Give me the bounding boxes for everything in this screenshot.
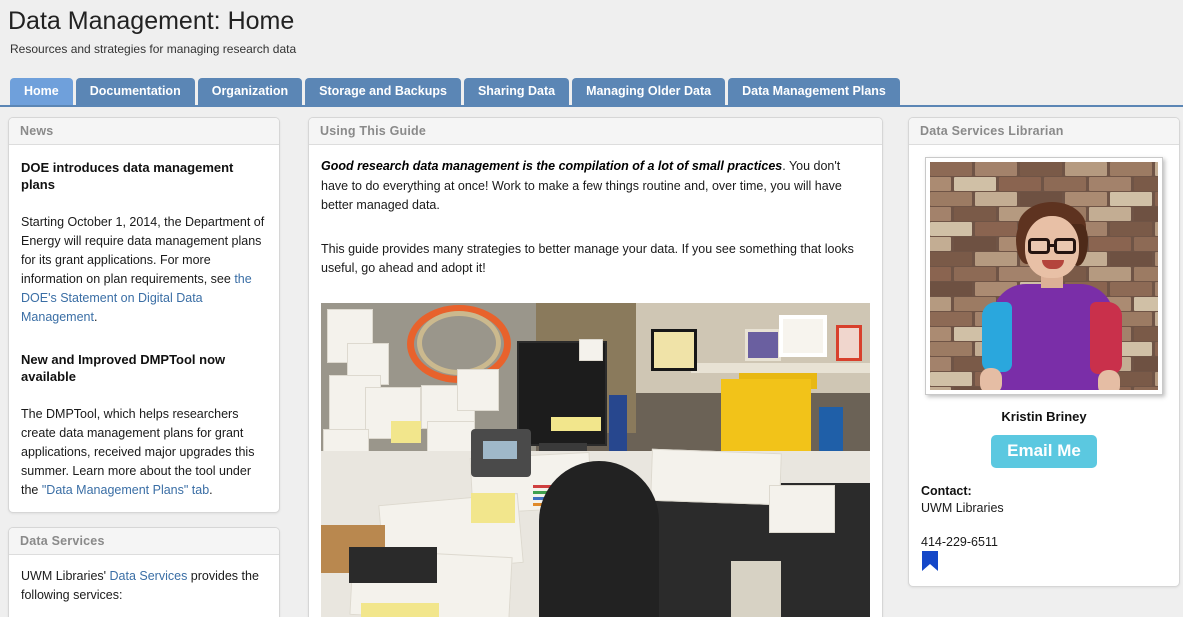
librarian-photo-frame xyxy=(925,157,1163,395)
guide-paragraph-2: This guide provides many strategies to b… xyxy=(321,241,854,276)
page-header: Data Management: Home Resources and stra… xyxy=(0,0,1183,56)
news-item-text-end: . xyxy=(209,483,213,497)
tab-storage-and-backups[interactable]: Storage and Backups xyxy=(305,78,461,105)
content-columns: News DOE introduces data management plan… xyxy=(0,117,1183,617)
bookmark-icon[interactable] xyxy=(921,551,939,572)
page-subtitle: Resources and strategies for managing re… xyxy=(10,42,297,56)
guide-paragraph-1: Good research data management is the com… xyxy=(321,157,870,216)
person-right-arm xyxy=(1090,302,1122,374)
tab-sharing-data[interactable]: Sharing Data xyxy=(463,78,570,105)
eyeglasses-left-lens xyxy=(1028,238,1050,254)
tab-organization[interactable]: Organization xyxy=(197,78,303,105)
data-services-panel-body: UWM Libraries' Data Services provides th… xyxy=(9,555,279,617)
news-panel-body: DOE introduces data management plans Sta… xyxy=(9,145,279,512)
news-item-title: DOE introduces data management plans xyxy=(21,160,234,192)
tab-managing-older-data[interactable]: Managing Older Data xyxy=(572,78,726,105)
news-panel: News DOE introduces data management plan… xyxy=(8,117,280,513)
person-left-arm xyxy=(982,302,1012,372)
data-services-link[interactable]: Data Services xyxy=(110,569,188,583)
left-column: News DOE introduces data management plan… xyxy=(8,117,280,617)
dmp-tab-link[interactable]: "Data Management Plans" tab xyxy=(42,483,209,497)
using-this-guide-body: Good research data management is the com… xyxy=(309,145,882,617)
tab-bar: Home Documentation Organization Storage and… xyxy=(0,78,1183,107)
data-services-panel-header: Data Services xyxy=(9,528,279,555)
librarian-panel-body: Kristin Briney Email Me Contact: UWM Lib… xyxy=(909,145,1179,586)
person-left-hand xyxy=(980,368,1002,390)
news-item-body: Starting October 1, 2014, the Department… xyxy=(21,213,267,327)
email-me-button[interactable]: Email Me xyxy=(991,435,1097,468)
news-item-body: The DMPTool, which helps researchers cre… xyxy=(21,405,267,500)
tab-data-management-plans[interactable]: Data Management Plans xyxy=(728,78,900,105)
contact-phone: 414-229-6511 xyxy=(921,535,998,549)
tab-documentation[interactable]: Documentation xyxy=(75,78,195,105)
contact-label: Contact: xyxy=(921,484,972,498)
data-services-librarian-panel: Data Services Librarian Kristin Briney E… xyxy=(908,117,1180,587)
data-services-panel: Data Services UWM Libraries' Data Servic… xyxy=(8,527,280,617)
right-column: Data Services Librarian Kristin Briney E… xyxy=(908,117,1180,601)
news-item-text: Starting October 1, 2014, the Department… xyxy=(21,215,265,286)
news-item-text-end: . xyxy=(93,310,98,324)
data-services-intro-text: UWM Libraries' xyxy=(21,569,110,583)
using-this-guide-panel: Using This Guide Good research data mana… xyxy=(308,117,883,617)
eyeglasses-right-lens xyxy=(1054,238,1076,254)
page-title: Data Management: Home xyxy=(8,7,295,35)
using-this-guide-header: Using This Guide xyxy=(309,118,882,145)
tab-home[interactable]: Home xyxy=(10,78,73,105)
eyeglasses-bridge xyxy=(1050,244,1055,247)
guide-lead-emphasis: Good research data management is the com… xyxy=(321,159,783,173)
news-item-title: New and Improved DMPTool now available xyxy=(21,352,226,384)
contact-organization: UWM Libraries xyxy=(921,501,1004,515)
person-right-hand xyxy=(1098,370,1120,390)
librarian-name: Kristin Briney xyxy=(1001,409,1087,424)
news-panel-header: News xyxy=(9,118,279,145)
office-desk-photo xyxy=(321,302,870,617)
data-services-intro: UWM Libraries' Data Services provides th… xyxy=(21,567,267,605)
librarian-photo xyxy=(930,162,1158,390)
center-column: Using This Guide Good research data mana… xyxy=(308,117,883,617)
librarian-panel-header: Data Services Librarian xyxy=(909,118,1179,145)
